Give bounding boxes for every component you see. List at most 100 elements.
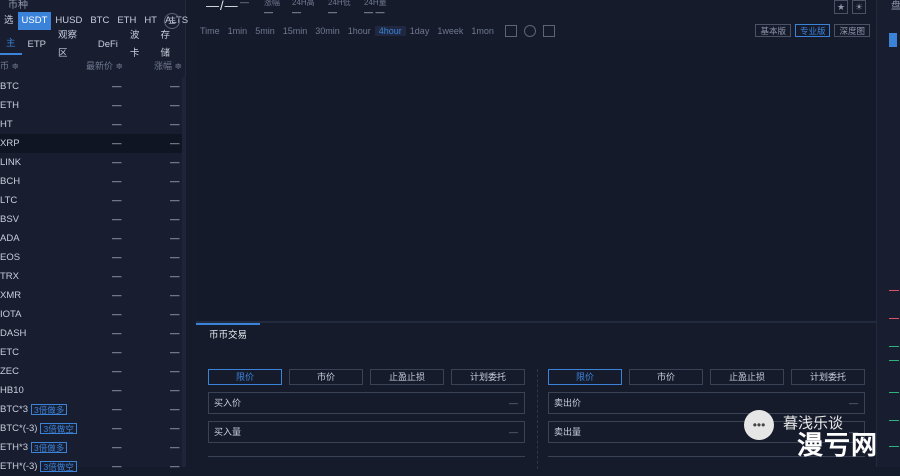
sell-stop-button[interactable]: 止盈止损 (710, 369, 784, 385)
symbol-cell: BTC*3 3倍做多 (0, 400, 68, 419)
col-change-header[interactable]: 涨幅 ≑ (154, 59, 182, 72)
list-item[interactable]: HT — — (0, 115, 186, 134)
sell-plan-button[interactable]: 计划委托 (791, 369, 865, 385)
change-cell: — (170, 328, 180, 339)
interval-15min[interactable]: 15min (279, 26, 312, 36)
last-price-cell: — (112, 100, 122, 111)
list-header: 币 ≑ 最新价 ≑ 涨幅 ≑ (0, 59, 186, 73)
last-price-cell: — (112, 252, 122, 263)
interval-time[interactable]: Time (196, 26, 224, 36)
change-cell: — (170, 366, 180, 377)
view-pro-button[interactable]: 专业版 (794, 24, 831, 37)
spot-trade-tab[interactable]: 币币交易 (196, 323, 260, 345)
buy-price-value: — (509, 398, 518, 408)
list-item[interactable]: BSV — — (0, 210, 186, 229)
buy-price-field[interactable]: 买入价 — (208, 392, 525, 414)
interval-1min[interactable]: 1min (224, 26, 252, 36)
interval-1hour[interactable]: 1hour (344, 26, 375, 36)
view-depth-button[interactable]: 深度图 (834, 24, 870, 37)
list-item[interactable]: ETH — — (0, 96, 186, 115)
interval-1mon[interactable]: 1mon (467, 26, 498, 36)
symbol-name: ETC (0, 347, 19, 358)
list-item[interactable]: BCH — — (0, 172, 186, 191)
symbol-name: BTC (0, 81, 19, 92)
cat-tab-main[interactable]: 主 (0, 35, 22, 55)
buy-limit-button[interactable]: 限价 (208, 369, 282, 385)
orderbook-tab-indicator[interactable] (889, 33, 897, 47)
view-basic-button[interactable]: 基本版 (755, 24, 791, 37)
sell-price-field[interactable]: 卖出价 — (548, 392, 865, 414)
list-item[interactable]: EOS — — (0, 248, 186, 267)
col-price-header[interactable]: 最新价 ≑ (86, 59, 123, 72)
last-price-cell: — (112, 442, 122, 453)
cat-tab-polkadot[interactable]: 波卡 (124, 27, 155, 63)
col-symbol-header[interactable]: 币 ≑ (0, 59, 19, 72)
stat-high-value: — (292, 7, 301, 17)
symbol-name: EOS (0, 252, 21, 263)
list-item[interactable]: BTC*3 3倍做多 — — (0, 400, 186, 419)
interval-4hour[interactable]: 4hour (374, 26, 406, 36)
symbol-name: BTC*3 (0, 404, 28, 415)
symbol-name: ETH*3 (0, 442, 28, 453)
theme-sun-icon[interactable]: ☀ (852, 0, 866, 14)
last-price-cell: — (112, 423, 122, 434)
cat-tab-etp[interactable]: ETP (22, 36, 52, 54)
interval-30min[interactable]: 30min (311, 26, 344, 36)
quote-tab-fav[interactable]: 选 (0, 12, 18, 30)
list-item[interactable]: ETC — — (0, 343, 186, 362)
quote-tab-usdt[interactable]: USDT (17, 12, 52, 30)
cat-tab-watch[interactable]: 观察区 (52, 27, 92, 63)
sell-limit-button[interactable]: 限价 (548, 369, 622, 385)
fullscreen-icon[interactable] (542, 25, 555, 37)
sell-price-label: 卖出价 (554, 398, 582, 408)
change-cell: — (170, 138, 180, 149)
cat-tab-storage[interactable]: 存储 (154, 27, 185, 63)
last-price-cell: — (112, 328, 122, 339)
symbol-name: BTC*(-3) (0, 423, 38, 434)
list-item[interactable]: XRP — — (0, 134, 186, 153)
list-item[interactable]: DASH — — (0, 324, 186, 343)
change-cell: — (170, 157, 180, 168)
list-item[interactable]: BTC — — (0, 77, 186, 96)
leverage-badge: 3倍做多 (30, 403, 68, 415)
kline-chart-area[interactable] (196, 40, 876, 320)
list-item[interactable]: HB10 — — (0, 381, 186, 400)
category-tabs: 主 ETP 观察区 DeFi 波卡 存储 (0, 30, 185, 59)
interval-5min[interactable]: 5min (251, 26, 279, 36)
leverage-badge: 3倍做多 (30, 441, 68, 453)
interval-1week[interactable]: 1week (433, 26, 467, 36)
list-scrollbar[interactable] (182, 77, 186, 467)
list-item[interactable]: TRX — — (0, 267, 186, 286)
favorite-star-icon[interactable]: ★ (834, 0, 848, 14)
symbol-name: ETH (0, 100, 19, 111)
cat-tab-defi[interactable]: DeFi (92, 36, 124, 54)
buy-stop-button[interactable]: 止盈止损 (370, 369, 444, 385)
list-item[interactable]: LINK — — (0, 153, 186, 172)
list-item[interactable]: IOTA — — (0, 305, 186, 324)
list-item[interactable]: XMR — — (0, 286, 186, 305)
buy-plan-button[interactable]: 计划委托 (451, 369, 525, 385)
change-cell: — (170, 119, 180, 130)
buy-market-button[interactable]: 市价 (289, 369, 363, 385)
buy-sell-divider (537, 369, 538, 469)
list-item[interactable]: ZEC — — (0, 362, 186, 381)
list-item[interactable]: ETH*3 3倍做多 — — (0, 438, 186, 457)
list-item[interactable]: ADA — — (0, 229, 186, 248)
chart-settings-gear-icon[interactable] (523, 25, 536, 37)
trade-panel: 币币交易 限价 市价 止盈止损 计划委托 限价 市价 止盈止损 计划委托 买入价… (196, 321, 876, 469)
buy-amount-slider[interactable] (208, 456, 525, 457)
symbol-name: DASH (0, 328, 27, 339)
change-cell: — (170, 309, 180, 320)
symbol-name: TRX (0, 271, 19, 282)
interval-1day[interactable]: 1day (406, 26, 434, 36)
list-item[interactable]: LTC — — (0, 191, 186, 210)
sell-market-button[interactable]: 市价 (629, 369, 703, 385)
buy-price-label: 买入价 (214, 398, 242, 408)
symbol-name: BCH (0, 176, 21, 187)
symbol-name: XRP (0, 138, 20, 149)
indicator-icon[interactable] (504, 25, 517, 37)
list-item[interactable]: BTC*(-3) 3倍做空 — — (0, 419, 186, 438)
change-cell: — (170, 252, 180, 263)
symbol-name: ADA (0, 233, 20, 244)
buy-amount-field[interactable]: 买入量 — (208, 421, 525, 443)
